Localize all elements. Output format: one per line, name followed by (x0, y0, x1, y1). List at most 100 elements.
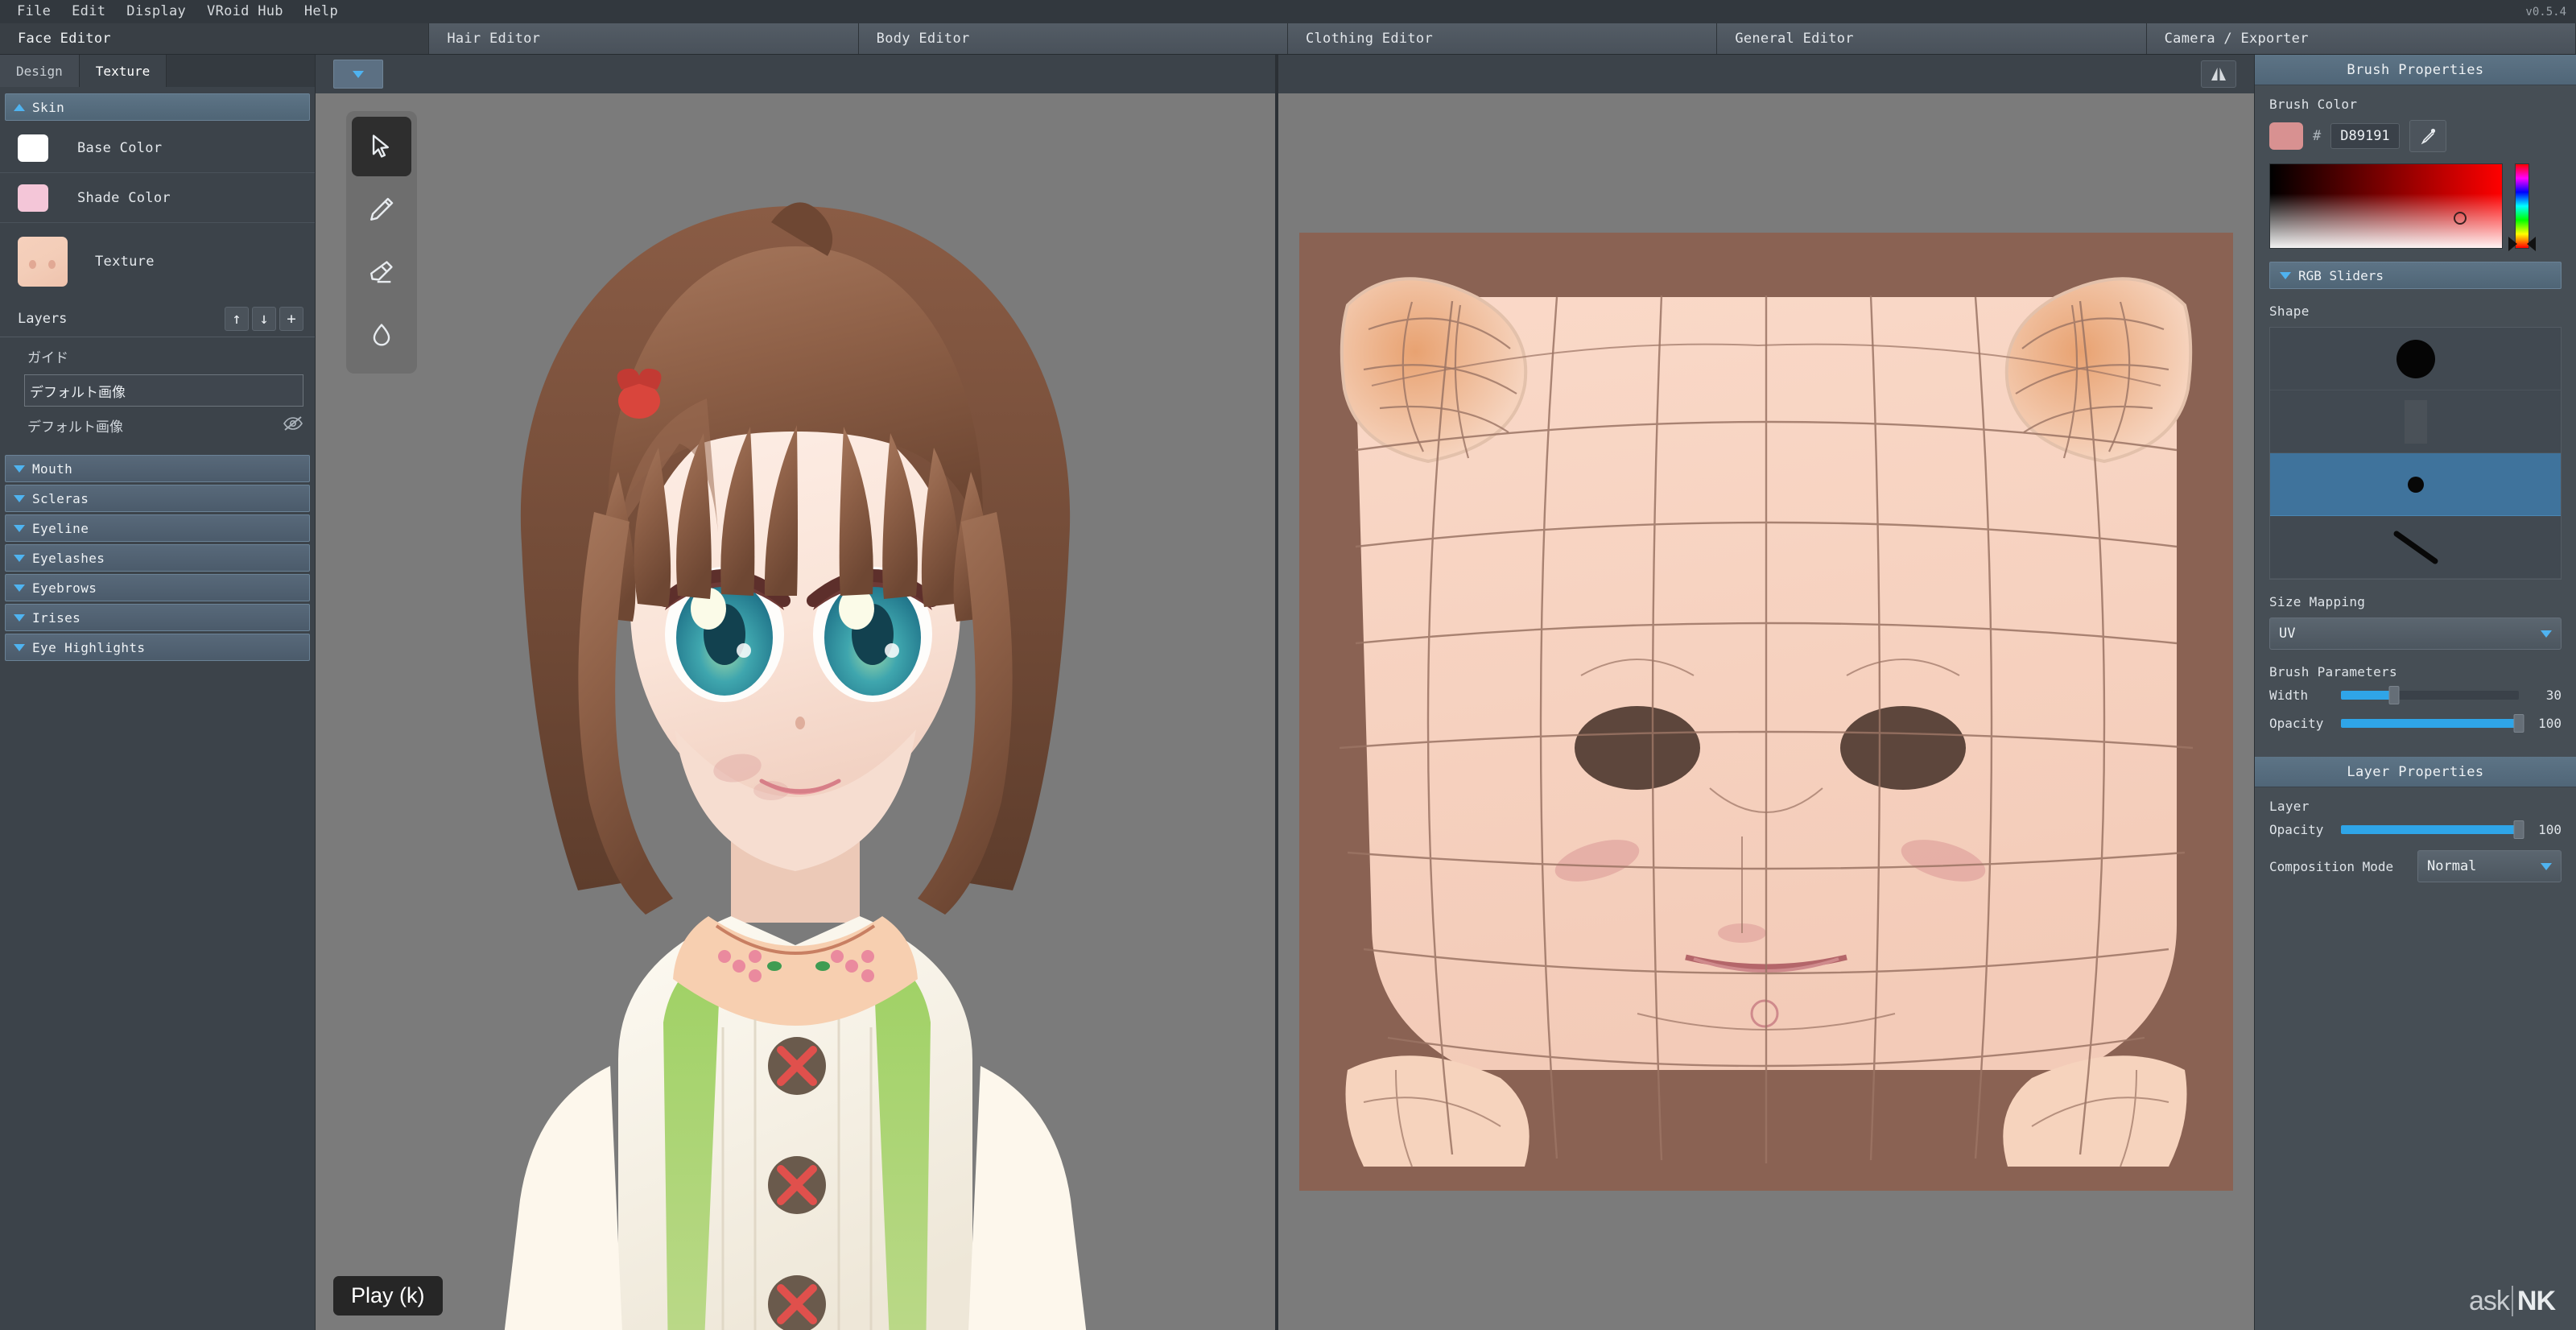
triangle-down-icon (14, 613, 25, 622)
list-item[interactable]: デフォルト画像 (24, 374, 303, 407)
section-title-eyeline: Eyeline (32, 520, 89, 536)
saturation-value-area[interactable] (2269, 163, 2503, 249)
tab-face-editor[interactable]: Face Editor (0, 23, 430, 54)
slider-knob[interactable] (2513, 714, 2524, 733)
pencil-tool[interactable] (352, 180, 411, 239)
arrow-up-icon[interactable]: ↑ (225, 306, 249, 331)
brush-width-row: Width 30 (2269, 686, 2562, 704)
right-panel: Brush Properties Brush Color # D89191 RG… (2254, 55, 2576, 1330)
left-sidebar: Design Texture Skin Base Color Shade Col… (0, 55, 316, 1330)
layers-title: Layers (18, 310, 68, 327)
slider-fill (2341, 691, 2395, 700)
triangle-down-icon (14, 465, 25, 473)
uv-canvas[interactable] (1278, 93, 2254, 1330)
size-mapping-dropdown[interactable]: UV (2269, 618, 2562, 650)
model-viewport[interactable]: Play (k) (316, 55, 1278, 1330)
play-button[interactable]: Play (k) (333, 1276, 443, 1316)
layer-label: Layer (2269, 799, 2310, 814)
section-title-eye-highlights: Eye Highlights (32, 639, 146, 655)
menu-item-display[interactable]: Display (116, 0, 196, 23)
chevron-down-icon (2541, 862, 2552, 870)
size-mapping-label: Size Mapping (2269, 594, 2366, 609)
section-header-skin[interactable]: Skin (5, 93, 310, 121)
section-header-mouth[interactable]: Mouth (5, 455, 310, 482)
square-icon (2404, 399, 2427, 444)
composition-mode-dropdown[interactable]: Normal (2417, 850, 2562, 882)
hue-marker-right-icon (2527, 237, 2536, 251)
brush-opacity-value: 100 (2538, 716, 2562, 731)
tab-clothing-editor[interactable]: Clothing Editor (1287, 23, 1718, 54)
uv-texture-map[interactable] (1291, 225, 2241, 1199)
editor-tab-bar: Face Editor Hair Editor Body Editor Clot… (0, 23, 2576, 55)
hue-marker-left-icon (2508, 237, 2517, 251)
chevron-down-icon (2541, 630, 2552, 638)
shade-color-row[interactable]: Shade Color (0, 173, 315, 223)
sidebar-scroll-area: Skin Base Color Shade Color Texture Laye… (0, 87, 315, 1330)
menu-item-vroid-hub[interactable]: VRoid Hub (196, 0, 294, 23)
symmetry-icon[interactable] (2201, 60, 2236, 88)
list-item[interactable]: デフォルト画像 (0, 407, 315, 444)
menu-item-file[interactable]: File (6, 0, 61, 23)
triangle-down-icon (14, 524, 25, 532)
composition-mode-row: Composition Mode Normal (2269, 850, 2562, 882)
sidebar-tab-bar: Design Texture (0, 55, 315, 87)
texture-thumbnail[interactable] (18, 237, 68, 287)
slider-knob[interactable] (2388, 686, 2400, 704)
small-dot-brush[interactable] (2270, 453, 2561, 516)
triangle-down-icon (14, 494, 25, 502)
tab-general-editor[interactable]: General Editor (1717, 23, 2147, 54)
texture-row[interactable]: Texture (0, 223, 315, 300)
brush-hex-input[interactable]: D89191 (2330, 123, 2400, 149)
base-color-row[interactable]: Base Color (0, 123, 315, 173)
layer-properties-title: Layer Properties (2255, 757, 2576, 787)
brush-width-slider[interactable] (2341, 686, 2519, 704)
viewport-view-dropdown[interactable] (333, 60, 383, 89)
paint-toolbar (346, 111, 417, 374)
square-brush[interactable] (2270, 390, 2561, 453)
base-color-swatch[interactable] (18, 134, 48, 162)
select-tool[interactable] (352, 117, 411, 176)
right-panel-spacer (2255, 895, 2576, 1330)
section-header-eye-highlights[interactable]: Eye Highlights (5, 634, 310, 661)
brush-opacity-slider[interactable] (2341, 714, 2524, 733)
section-header-irises[interactable]: Irises (5, 604, 310, 631)
brush-color-swatch[interactable] (2269, 122, 2303, 150)
color-picker-cursor[interactable] (2454, 211, 2467, 225)
texture-uv-panel[interactable] (1278, 55, 2254, 1330)
color-picker[interactable] (2269, 163, 2562, 251)
composition-mode-label: Composition Mode (2269, 858, 2394, 874)
rgb-sliders-label: RGB Sliders (2298, 267, 2384, 283)
list-item[interactable]: ガイド (0, 337, 315, 374)
sidebar-tab-design[interactable]: Design (0, 55, 80, 87)
eraser-tool[interactable] (352, 242, 411, 302)
tab-camera-exporter[interactable]: Camera / Exporter (2146, 23, 2576, 54)
large-circle-brush[interactable] (2270, 328, 2561, 390)
shade-color-label: Shade Color (77, 189, 171, 206)
brush-properties-body: Brush Color # D89191 RGB Sliders Shape S… (2255, 85, 2576, 744)
layer-properties-body: Layer Opacity 100 Composition Mode Norma… (2255, 787, 2576, 895)
plus-icon[interactable]: + (279, 306, 303, 331)
small-dot-icon (2407, 476, 2424, 493)
section-header-eyelashes[interactable]: Eyelashes (5, 544, 310, 572)
arrow-down-icon[interactable]: ↓ (252, 306, 276, 331)
menu-item-edit[interactable]: Edit (61, 0, 116, 23)
blur-tool[interactable] (352, 305, 411, 365)
shade-color-swatch[interactable] (18, 184, 48, 212)
tab-body-editor[interactable]: Body Editor (858, 23, 1288, 54)
asknk-watermark: ask NK (2469, 1286, 2556, 1317)
menu-item-help[interactable]: Help (294, 0, 349, 23)
eyedropper-icon[interactable] (2409, 120, 2446, 152)
eye-off-icon[interactable] (283, 415, 303, 436)
brush-color-label: Brush Color (2269, 97, 2358, 112)
viewport-canvas[interactable]: Play (k) (316, 93, 1275, 1330)
hue-slider[interactable] (2508, 163, 2536, 251)
slider-knob[interactable] (2513, 820, 2524, 839)
sidebar-tab-texture[interactable]: Texture (79, 55, 167, 87)
line-brush[interactable] (2270, 516, 2561, 579)
section-header-scleras[interactable]: Scleras (5, 485, 310, 512)
section-header-eyebrows[interactable]: Eyebrows (5, 574, 310, 601)
layer-opacity-slider[interactable] (2341, 820, 2524, 839)
tab-hair-editor[interactable]: Hair Editor (429, 23, 859, 54)
section-header-eyeline[interactable]: Eyeline (5, 514, 310, 542)
rgb-sliders-header[interactable]: RGB Sliders (2269, 262, 2562, 289)
